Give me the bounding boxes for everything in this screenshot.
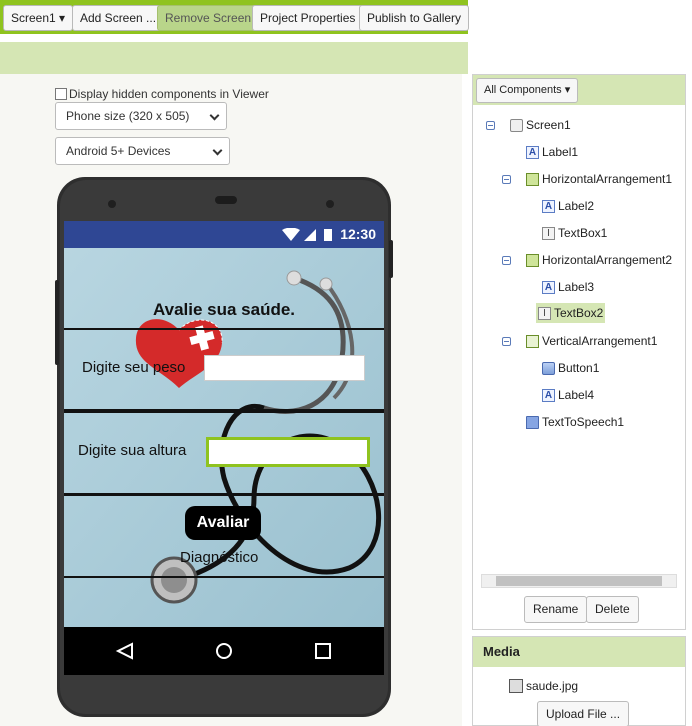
screen-icon [510,118,523,132]
status-icons [282,228,332,241]
phone-side-button [55,280,59,365]
collapse-harr1-icon[interactable] [502,175,511,184]
screen-dropdown[interactable]: Screen1 ▾ [3,5,74,31]
vertical-arrangement-icon [526,334,539,348]
phone-power-button [389,240,393,278]
tree-item-label3[interactable]: A Label3 [542,280,594,294]
label-icon: A [526,145,539,159]
tree-item-horizontalarrangement1[interactable]: HorizontalArrangement1 [526,172,672,186]
camera-icon [108,200,116,208]
android-nav-bar [64,627,384,675]
label-icon: A [542,280,555,294]
all-components-dropdown[interactable]: All Components ▾ [476,78,579,103]
media-file-item[interactable]: saude.jpg [509,679,578,693]
horizontal-arrangement-icon [526,172,539,186]
collapse-screen1-icon[interactable] [486,121,495,130]
wifi-icon [282,228,300,241]
collapse-varr1-icon[interactable] [502,337,511,346]
diagnosis-label: Diagnóstico [180,549,259,566]
signal-icon [304,229,316,241]
battery-icon [324,229,332,241]
evaluate-button[interactable]: Avaliar [185,506,261,540]
remove-screen-button[interactable]: Remove Screen [157,5,260,31]
viewer-header [0,42,468,74]
horizontal-arrangement-icon [526,253,539,267]
tree-item-texttospeech1[interactable]: TextToSpeech1 [526,415,624,429]
height-textbox[interactable] [206,437,370,467]
chevron-down-icon [209,110,220,121]
add-screen-button[interactable]: Add Screen ... [72,5,165,31]
label-icon: A [542,199,555,213]
status-time: 12:30 [340,226,376,242]
tree-item-verticalarrangement1[interactable]: VerticalArrangement1 [526,334,657,348]
chevron-down-icon [212,145,223,156]
nav-icons [115,642,331,660]
media-title: Media [473,637,685,667]
designer-toolbar: Screen1 ▾ Add Screen ... Remove Screen P… [0,0,470,34]
components-panel: All Components ▾ Screen1 A Label1 Horizo… [472,74,686,630]
phone-size-select[interactable]: Phone size (320 x 505) [55,102,227,130]
recents-icon [315,643,331,659]
collapse-harr2-icon[interactable] [502,256,511,265]
components-header: All Components ▾ [473,75,685,105]
device-value: Android 5+ Devices [66,144,171,158]
textbox-icon: I [538,306,551,320]
height-label: Digite sua altura [78,442,187,459]
tree-item-label2[interactable]: A Label2 [542,199,594,213]
textbox-icon: I [542,226,555,240]
tree-item-button1[interactable]: Button1 [542,361,599,375]
tree-item-screen1[interactable]: Screen1 [510,118,571,132]
display-hidden-row[interactable]: Display hidden components in Viewer [55,87,269,101]
app-screen: 12:30 Avalie sua saúde. Digite seu peso … [64,221,384,675]
tree-item-label1[interactable]: A Label1 [526,145,578,159]
image-icon [509,679,523,693]
display-hidden-label: Display hidden components in Viewer [69,87,269,101]
project-properties-button[interactable]: Project Properties [252,5,364,31]
speech-bubble-icon [526,415,539,429]
device-select[interactable]: Android 5+ Devices [55,137,230,165]
upload-file-button[interactable]: Upload File ... [537,701,630,726]
app-title-label: Avalie sua saúde. [152,300,296,319]
media-file-name: saude.jpg [526,679,579,693]
display-hidden-checkbox[interactable] [55,88,67,100]
tree-item-textbox2[interactable]: I TextBox2 [536,303,606,323]
label-icon: A [542,388,555,402]
sensor-icon [326,200,334,208]
weight-label: Digite seu peso [82,359,186,376]
home-icon [216,643,232,659]
tree-item-label4[interactable]: A Label4 [542,388,594,402]
phone-size-value: Phone size (320 x 505) [66,109,190,123]
rename-button[interactable]: Rename [524,596,588,623]
tree-item-textbox1[interactable]: I TextBox1 [542,226,607,240]
button-icon [542,361,555,375]
toolbar-spacer [0,34,468,42]
speaker-icon [215,196,237,204]
media-panel: Media saude.jpg Upload File ... [472,636,686,726]
weight-textbox[interactable] [204,355,365,381]
delete-button[interactable]: Delete [586,596,639,623]
scrollbar-thumb[interactable] [496,576,662,586]
publish-to-gallery-button[interactable]: Publish to Gallery [359,5,470,31]
horizontal-scrollbar[interactable] [481,574,677,588]
back-icon [115,642,133,660]
tree-item-horizontalarrangement2[interactable]: HorizontalArrangement2 [526,253,672,267]
android-status-bar: 12:30 [64,221,384,248]
